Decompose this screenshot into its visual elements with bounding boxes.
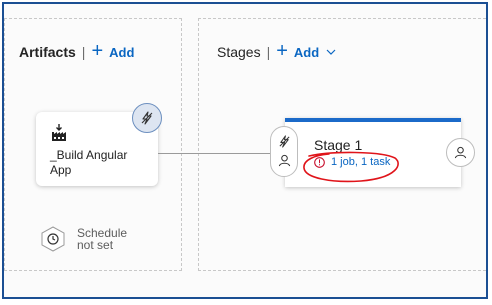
- add-stage-button[interactable]: + Add: [276, 40, 336, 62]
- add-artifact-label: Add: [109, 44, 135, 60]
- pipeline-connector-line: [158, 153, 284, 154]
- stages-header: Stages | + Add: [217, 40, 336, 62]
- stage-status-bar: [285, 118, 461, 122]
- stage-jobs-summary: 1 job, 1 task: [331, 156, 391, 168]
- clock-icon[interactable]: [40, 226, 66, 252]
- stage-tasks-link[interactable]: 1 job, 1 task: [314, 156, 390, 168]
- stages-title: Stages: [217, 44, 261, 60]
- person-icon: [454, 146, 467, 159]
- plus-icon: +: [276, 40, 288, 62]
- lightning-icon: [279, 135, 290, 148]
- lightning-icon: [141, 111, 153, 125]
- header-separator: |: [266, 44, 271, 60]
- chevron-down-icon: [326, 49, 336, 55]
- person-icon: [278, 154, 291, 167]
- stage-card[interactable]: Stage 1 1 job, 1 task: [285, 118, 461, 187]
- continuous-deployment-trigger-button[interactable]: [132, 103, 162, 133]
- plus-icon: +: [91, 40, 104, 62]
- schedule-status: Schedule not set: [77, 226, 128, 252]
- add-artifact-button[interactable]: + Add: [91, 40, 135, 62]
- warning-circle-icon: [314, 156, 325, 168]
- artifacts-title: Artifacts: [19, 44, 76, 60]
- post-deployment-conditions-button[interactable]: [446, 138, 475, 167]
- stage-name: Stage 1: [314, 137, 363, 153]
- artifacts-header: Artifacts | + Add: [19, 40, 135, 62]
- add-stage-label: Add: [293, 44, 320, 60]
- pre-deployment-conditions-button[interactable]: [270, 126, 298, 177]
- header-separator: |: [81, 44, 86, 60]
- build-pipeline-icon: [52, 124, 66, 141]
- artifact-name: _Build Angular App: [50, 148, 128, 177]
